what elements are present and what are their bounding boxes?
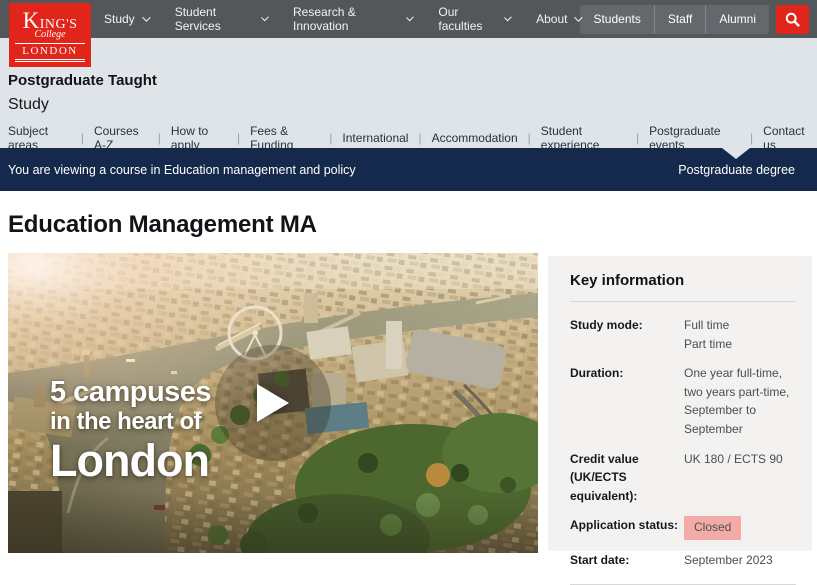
search-button[interactable]: [776, 5, 809, 34]
banner-message: You are viewing a course in Education ma…: [8, 163, 678, 177]
nav-item-student-services[interactable]: Student Services: [175, 5, 266, 33]
row-credit-value: Credit value (UK/ECTS equivalent): UK 18…: [570, 450, 796, 506]
nav-item-study[interactable]: Study: [104, 5, 148, 33]
row-value: One year full-time, two years part-time,…: [684, 364, 796, 438]
search-icon: [785, 12, 800, 27]
divider: [570, 584, 796, 585]
divider: [570, 301, 796, 302]
play-button[interactable]: [257, 384, 289, 422]
top-navigation: KING'S College LONDON Study Student Serv…: [0, 0, 817, 38]
chevron-down-icon: [142, 13, 150, 21]
caption-line-2: in the heart of: [50, 410, 211, 435]
chevron-down-icon: [504, 14, 512, 22]
kings-college-logo[interactable]: KING'S College LONDON: [9, 3, 91, 67]
nav-item-about[interactable]: About: [536, 5, 580, 33]
row-value: UK 180 / ECTS 90: [684, 450, 796, 506]
key-information-panel: Key information Study mode: Full time Pa…: [548, 256, 812, 551]
nav-item-label: Research & Innovation: [293, 5, 399, 33]
row-label: Application status:: [570, 516, 684, 540]
study-mode-full-time: Full time: [684, 316, 796, 335]
video-caption: 5 campuses in the heart of London: [50, 377, 211, 485]
nav-item-label: Student Services: [175, 5, 254, 33]
row-label: Study mode:: [570, 316, 684, 353]
section-name: Study: [8, 96, 809, 114]
degree-level-label: Postgraduate degree: [678, 163, 795, 177]
content-row: 5 campuses in the heart of London Key in…: [8, 253, 812, 553]
status-badge: Closed: [684, 516, 741, 540]
nav-item-research-innovation[interactable]: Research & Innovation: [293, 5, 411, 33]
row-label: Credit value (UK/ECTS equivalent):: [570, 450, 684, 506]
topnav-right-group: Students Staff Alumni: [580, 5, 817, 34]
row-value: Full time Part time: [684, 316, 796, 353]
chevron-down-icon: [261, 14, 269, 22]
caption-line-1: 5 campuses: [50, 377, 211, 407]
row-study-mode: Study mode: Full time Part time: [570, 316, 796, 353]
course-video-player[interactable]: 5 campuses in the heart of London: [8, 253, 538, 553]
row-start-date: Start date: September 2023: [570, 551, 796, 570]
primary-menu: Study Student Services Research & Innova…: [104, 5, 580, 33]
nav-item-label: About: [536, 12, 567, 26]
nav-item-our-faculties[interactable]: Our faculties: [438, 5, 509, 33]
nav-item-label: Study: [104, 12, 135, 26]
audience-quick-links: Students Staff Alumni: [580, 5, 769, 34]
section-eyebrow: Postgraduate Taught: [8, 72, 809, 89]
row-duration: Duration: One year full-time, two years …: [570, 364, 796, 438]
row-value: Closed: [684, 516, 796, 540]
row-label: Duration:: [570, 364, 684, 438]
link-alumni[interactable]: Alumni: [705, 5, 769, 34]
main-content: Education Management MA: [0, 211, 817, 553]
course-context-banner: You are viewing a course in Education ma…: [0, 148, 817, 191]
nav-item-label: Our faculties: [438, 5, 496, 33]
row-label: Start date:: [570, 551, 684, 570]
chevron-down-icon: [406, 14, 414, 22]
link-staff[interactable]: Staff: [654, 5, 705, 34]
section-header: Postgraduate Taught Study Subject areas …: [0, 38, 817, 148]
caption-line-3: London: [50, 438, 211, 485]
banner-notch: [722, 148, 750, 159]
panel-title: Key information: [570, 272, 796, 289]
page-title: Education Management MA: [8, 211, 812, 239]
row-value: September 2023: [684, 551, 796, 570]
link-students[interactable]: Students: [580, 5, 653, 34]
logo-line-london: LONDON: [15, 43, 86, 62]
study-mode-part-time: Part time: [684, 335, 796, 354]
logo-line-college: College: [34, 30, 65, 40]
row-application-status: Application status: Closed: [570, 516, 796, 540]
